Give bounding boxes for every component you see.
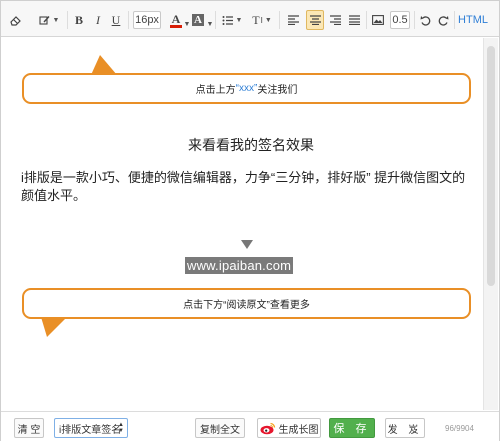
bubble-pointer-down <box>41 317 67 337</box>
list-icon <box>222 15 233 25</box>
toolbar-divider <box>215 11 216 29</box>
generate-long-image-label: 生成长图 <box>278 424 319 436</box>
eraser-icon[interactable] <box>7 10 23 30</box>
save-button[interactable]: 保 存 <box>329 418 375 438</box>
align-left-button[interactable] <box>285 10 301 30</box>
follow-banner-prefix: 点击上方 <box>195 85 236 96</box>
bubble-pointer-up <box>91 55 117 75</box>
chevron-down-icon[interactable]: ▼ <box>207 14 214 34</box>
editor-scrollbar[interactable] <box>483 38 498 410</box>
insert-image-button[interactable] <box>370 10 386 30</box>
select-arrows-icon: ▲ ▼ <box>118 422 124 434</box>
text-size-small-glyph: I <box>260 15 263 25</box>
redo-icon <box>438 15 448 26</box>
font-size-select[interactable]: 16px <box>133 11 161 29</box>
chevron-down-icon[interactable]: ▼ <box>184 14 191 34</box>
follow-us-banner: 点击上方 “xxx” 关注我们 <box>22 73 471 104</box>
align-justify-button[interactable] <box>346 10 362 30</box>
follow-banner-suffix: 关注我们 <box>257 85 298 96</box>
undo-button[interactable] <box>418 10 432 30</box>
format-brush-dropdown[interactable]: ▼ <box>37 10 61 30</box>
character-count: 96/9904 <box>445 424 474 433</box>
scrollbar-thumb[interactable] <box>487 46 495 286</box>
align-center-icon <box>309 15 321 25</box>
toolbar-divider <box>279 11 280 29</box>
background-color-button[interactable]: A <box>191 10 205 30</box>
read-more-text: 点击下方“阅读原文”查看更多 <box>183 300 310 311</box>
background-color-label: A <box>192 14 204 26</box>
footer-bar: 清 空 i排版文章签名 ▲ ▼ 复制全文 生成长图 保 存 发 岌 96/9904 <box>1 411 499 441</box>
toolbar-divider <box>414 11 415 29</box>
align-center-button[interactable] <box>306 10 324 30</box>
toolbar-divider <box>454 11 455 29</box>
align-right-button[interactable] <box>327 10 343 30</box>
clear-button[interactable]: 清 空 <box>14 418 44 438</box>
signature-title: 来看看我的签名效果 <box>188 137 314 153</box>
weibo-icon <box>260 422 275 434</box>
generate-long-image-button[interactable]: 生成长图 <box>257 418 321 438</box>
intro-paragraph: i排版是一款小巧、便捷的微信编辑器，力争“三分钟，排好版” 提升微信图文的颜值水… <box>21 170 466 203</box>
list-dropdown[interactable]: ▼ <box>221 10 243 30</box>
font-color-label: A <box>171 11 181 26</box>
chevron-down-icon: ▼ <box>52 16 60 24</box>
follow-banner-account: “xxx” <box>235 83 258 94</box>
toolbar-divider <box>67 11 68 29</box>
underline-button[interactable]: U <box>109 10 123 30</box>
copy-all-button[interactable]: 复制全文 <box>195 418 245 438</box>
html-source-button[interactable]: HTML <box>458 10 488 30</box>
toolbar-divider <box>128 11 129 29</box>
image-icon <box>372 15 384 25</box>
triangle-down-icon <box>241 240 253 249</box>
align-right-icon <box>329 15 341 25</box>
undo-icon <box>420 15 430 26</box>
pencil-icon <box>38 15 50 25</box>
line-height-input[interactable]: 0.5 <box>390 11 410 29</box>
signature-select-value: i排版文章签名 <box>59 424 122 436</box>
text-size-label: T <box>252 12 260 27</box>
website-link[interactable]: www.ipaiban.com <box>185 257 294 274</box>
signature-select[interactable]: i排版文章签名 ▲ ▼ <box>54 418 128 438</box>
chevron-down-icon: ▼ <box>264 16 272 24</box>
chevron-down-icon: ▼ <box>235 16 243 24</box>
publish-button[interactable]: 发 岌 <box>385 418 425 438</box>
font-color-swatch <box>170 24 182 28</box>
text-size-dropdown[interactable]: T I ▼ <box>251 10 273 30</box>
italic-button[interactable]: I <box>91 10 105 30</box>
align-justify-icon <box>348 15 360 25</box>
read-more-banner: 点击下方“阅读原文”查看更多 <box>22 288 471 319</box>
bold-button[interactable]: B <box>72 10 86 30</box>
toolbar: ▼ B I U 16px A ▼ A ▼ ▼ T I ▼ 0.5 HTML <box>1 1 499 37</box>
editor-window: ▼ B I U 16px A ▼ A ▼ ▼ T I ▼ 0.5 HTML 点击… <box>0 0 500 441</box>
redo-button[interactable] <box>436 10 450 30</box>
align-left-icon <box>287 15 299 25</box>
toolbar-divider <box>366 11 367 29</box>
